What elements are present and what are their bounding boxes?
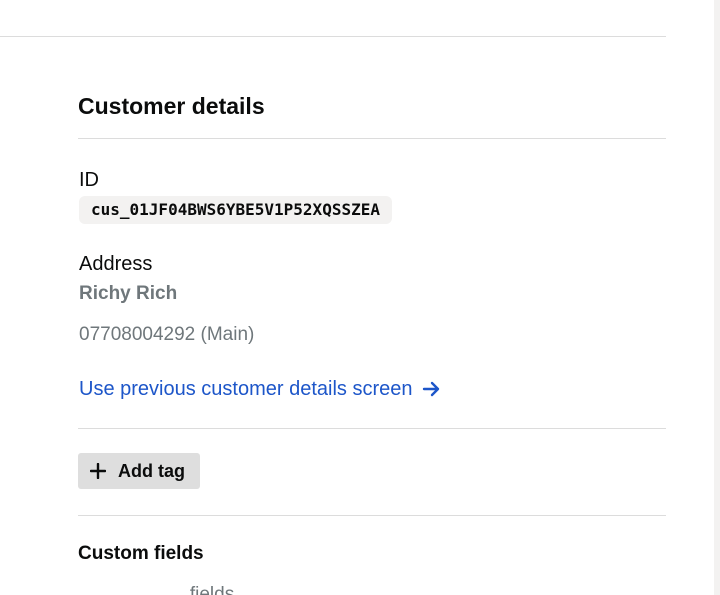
add-tag-button[interactable]: Add tag xyxy=(78,453,200,489)
top-divider xyxy=(0,36,666,37)
plus-icon xyxy=(90,463,106,479)
tags-divider xyxy=(78,515,666,516)
arrow-right-icon xyxy=(423,381,440,397)
customer-id-code: cus_01JF04BWS6YBE5V1P52XQSSZEA xyxy=(79,196,392,224)
customer-details-heading: Customer details xyxy=(78,93,265,119)
custom-fields-partial-text: …… … …… fields … … … xyxy=(79,584,308,595)
address-name: Richy Rich xyxy=(79,283,178,304)
use-previous-customer-details-link[interactable]: Use previous customer details screen xyxy=(79,377,442,401)
customer-details-divider xyxy=(78,138,666,139)
address-label: Address xyxy=(79,253,153,275)
address-phone: 07708004292 (Main) xyxy=(79,324,255,345)
add-tag-label: Add tag xyxy=(118,460,185,481)
custom-fields-heading: Custom fields xyxy=(78,543,204,564)
link-divider xyxy=(78,428,666,429)
link-label: Use previous customer details screen xyxy=(79,378,413,400)
id-label: ID xyxy=(79,169,99,191)
right-edge-panel xyxy=(714,0,720,595)
